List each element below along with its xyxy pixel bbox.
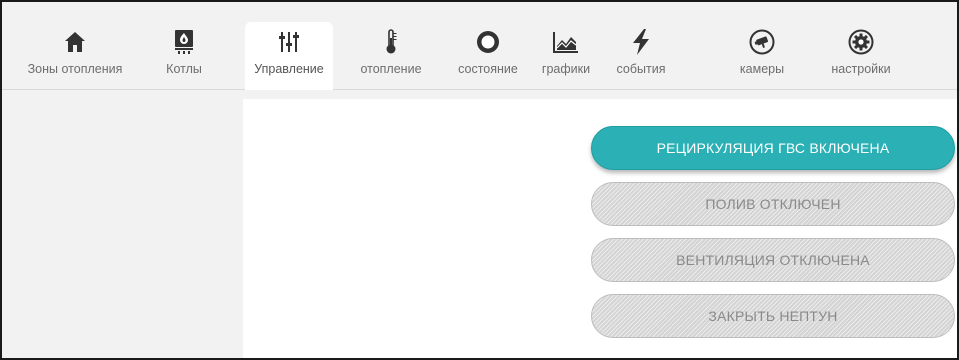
nav-item-heating[interactable]: отопление — [351, 2, 431, 90]
nav-item-status[interactable]: состояние — [448, 2, 528, 90]
top-navigation: Зоны отопления Котлы Управление отоплени… — [2, 2, 957, 90]
camera-icon — [749, 29, 775, 55]
ventilation-toggle-button[interactable]: ВЕНТИЛЯЦИЯ ОТКЛЮЧЕНА — [591, 238, 955, 282]
lightning-icon — [631, 29, 651, 55]
nav-item-label: настройки — [831, 62, 891, 76]
nav-item-label: графики — [541, 62, 591, 76]
button-label: РЕЦИРКУЛЯЦИЯ ГВС ВКЛЮЧЕНА — [656, 140, 890, 156]
nav-item-settings[interactable]: настройки — [819, 2, 903, 90]
nav-item-events[interactable]: события — [611, 2, 671, 90]
nav-item-label: события — [616, 62, 666, 76]
nav-item-label: камеры — [739, 62, 785, 76]
button-label: ПОЛИВ ОТКЛЮЧЕН — [705, 196, 841, 212]
left-pane — [2, 91, 243, 358]
nav-item-heating-zones[interactable]: Зоны отопления — [10, 2, 140, 90]
app-window: Зоны отопления Котлы Управление отоплени… — [0, 0, 959, 360]
close-neptun-button[interactable]: ЗАКРЫТЬ НЕПТУН — [591, 294, 955, 338]
circle-status-icon — [476, 30, 500, 54]
control-panel: РЕЦИРКУЛЯЦИЯ ГВС ВКЛЮЧЕНА ПОЛИВ ОТКЛЮЧЕН… — [243, 99, 957, 358]
nav-item-label: отопление — [360, 62, 422, 76]
gear-icon — [848, 29, 874, 55]
watering-toggle-button[interactable]: ПОЛИВ ОТКЛЮЧЕН — [591, 182, 955, 226]
nav-item-label: состояние — [458, 62, 518, 76]
nav-item-cameras[interactable]: камеры — [731, 2, 793, 90]
nav-item-label: Котлы — [166, 62, 202, 76]
chart-icon — [553, 30, 579, 54]
nav-item-label: Зоны отопления — [27, 62, 123, 76]
boiler-icon — [174, 30, 194, 54]
nav-item-charts[interactable]: графики — [536, 2, 596, 90]
button-label: ЗАКРЫТЬ НЕПТУН — [708, 308, 838, 324]
thermometer-icon — [384, 29, 398, 54]
tab-control[interactable]: Управление — [245, 22, 333, 90]
nav-item-boilers[interactable]: Котлы — [157, 2, 211, 90]
button-label: ВЕНТИЛЯЦИЯ ОТКЛЮЧЕНА — [676, 252, 870, 268]
recirculation-toggle-button[interactable]: РЕЦИРКУЛЯЦИЯ ГВС ВКЛЮЧЕНА — [591, 126, 955, 170]
nav-item-label: Управление — [254, 62, 324, 76]
home-icon — [64, 30, 86, 54]
sliders-icon — [278, 30, 300, 54]
